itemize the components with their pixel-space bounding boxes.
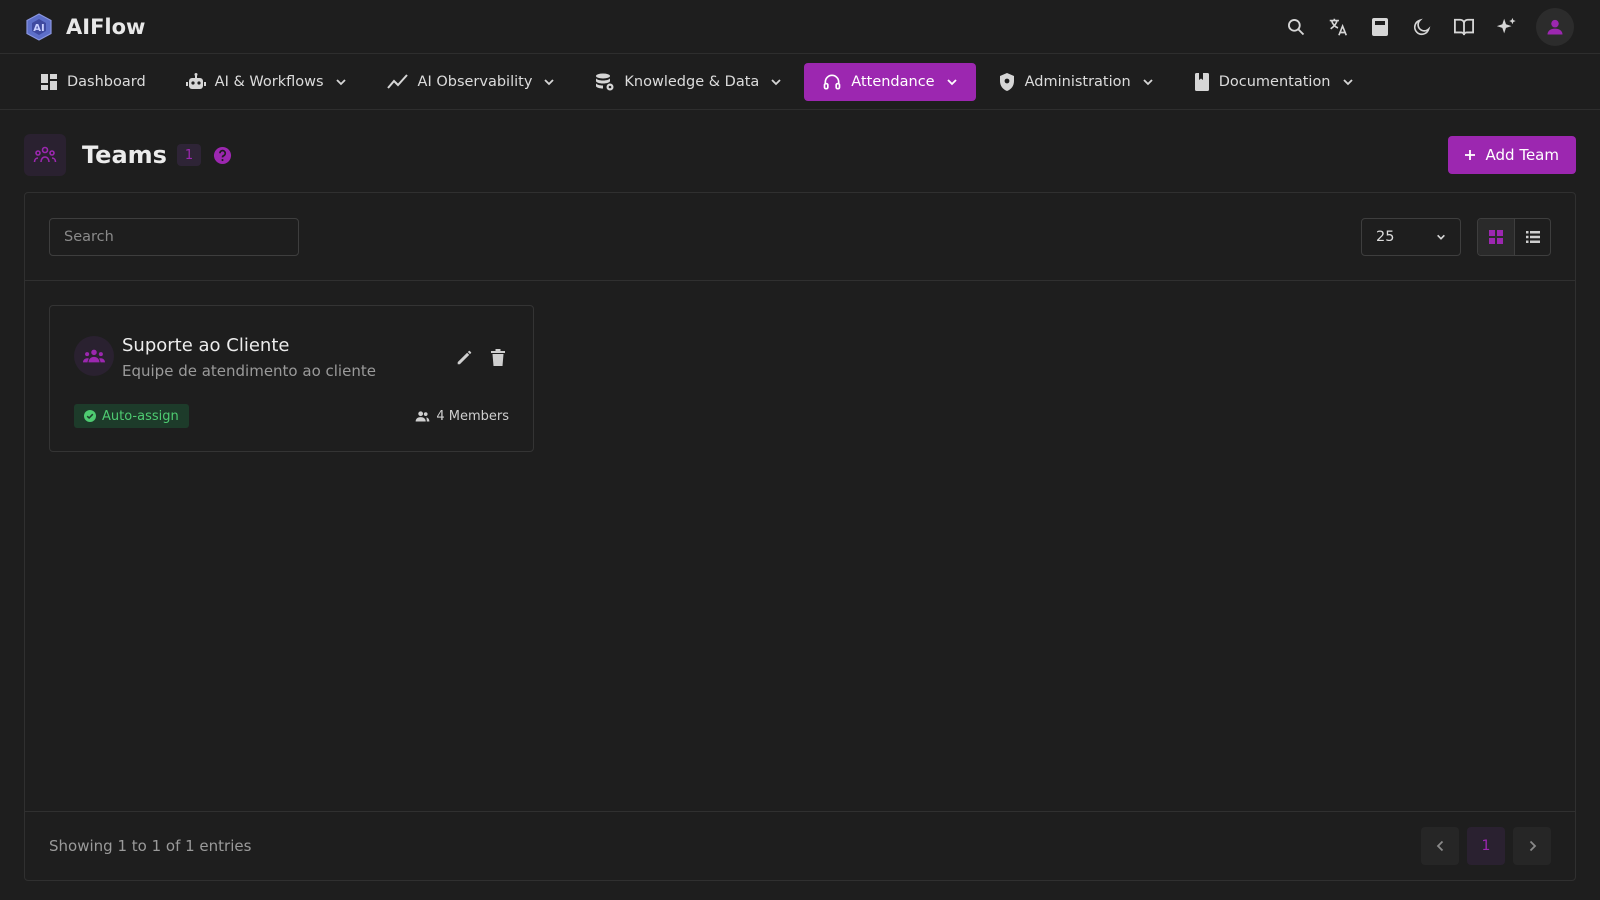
page-header: Teams 1 Add Team bbox=[24, 134, 1576, 176]
page-size-select[interactable]: 25 bbox=[1361, 217, 1461, 256]
nav-item-attendance[interactable]: Attendance bbox=[804, 62, 976, 101]
team-description: Equipe de atendimento ao cliente bbox=[122, 362, 376, 380]
top-bar: AI AIFlow bbox=[0, 0, 1600, 54]
nav-item-documentation[interactable]: Documentation bbox=[1176, 63, 1372, 101]
moon-icon[interactable] bbox=[1406, 11, 1438, 43]
book-open-icon[interactable] bbox=[1448, 11, 1480, 43]
nav-label: AI Observability bbox=[417, 73, 533, 90]
people-icon bbox=[415, 410, 430, 422]
trend-icon bbox=[386, 73, 409, 90]
group-icon bbox=[83, 348, 105, 364]
sparkle-icon[interactable] bbox=[1490, 11, 1522, 43]
next-page-button[interactable] bbox=[1513, 827, 1551, 865]
chevron-down-icon bbox=[543, 76, 555, 88]
nav-label: Documentation bbox=[1218, 73, 1331, 90]
chevron-down-icon bbox=[1342, 76, 1354, 88]
list-view-button[interactable] bbox=[1514, 218, 1550, 255]
panel-toolbar: 25 bbox=[25, 193, 1575, 281]
team-card[interactable]: Suporte ao Cliente Equipe de atendimento… bbox=[49, 305, 534, 452]
nav-item-administration[interactable]: Administration bbox=[980, 63, 1172, 101]
nav-item-ai-workflows[interactable]: AI & Workflows bbox=[168, 63, 365, 101]
chevron-left-icon bbox=[1436, 840, 1445, 852]
nav-label: Attendance bbox=[851, 73, 935, 90]
search-input[interactable] bbox=[49, 217, 299, 256]
search-icon[interactable] bbox=[1280, 11, 1312, 43]
list-icon bbox=[1525, 230, 1540, 243]
chevron-down-icon bbox=[1436, 232, 1446, 242]
calculator-icon[interactable] bbox=[1364, 11, 1396, 43]
teams-panel: 25 bbox=[24, 192, 1576, 881]
dashboard-icon bbox=[40, 73, 58, 91]
page-title: Teams bbox=[82, 141, 167, 169]
translate-icon[interactable] bbox=[1322, 11, 1354, 43]
check-circle-icon bbox=[84, 410, 96, 422]
auto-assign-label: Auto-assign bbox=[102, 408, 179, 424]
member-count: 4 Members bbox=[415, 409, 509, 424]
user-avatar[interactable] bbox=[1536, 7, 1574, 46]
main-nav: Dashboard AI & Workflows AI Observabilit… bbox=[0, 54, 1600, 110]
help-icon[interactable] bbox=[213, 146, 232, 165]
view-toggle bbox=[1477, 217, 1551, 256]
page-icon bbox=[24, 134, 66, 176]
panel-footer: Showing 1 to 1 of 1 entries 1 bbox=[25, 811, 1575, 880]
nav-item-knowledge-data[interactable]: Knowledge & Data bbox=[577, 63, 800, 101]
chevron-down-icon bbox=[335, 76, 347, 88]
grid-icon bbox=[1489, 229, 1503, 244]
app-name: AIFlow bbox=[66, 14, 146, 39]
grid-view-button[interactable] bbox=[1478, 218, 1514, 255]
headset-icon bbox=[822, 72, 842, 92]
team-name: Suporte ao Cliente bbox=[122, 335, 290, 356]
add-team-label: Add Team bbox=[1485, 146, 1559, 164]
bookmark-icon bbox=[1194, 72, 1210, 92]
team-count-badge: 1 bbox=[176, 144, 201, 166]
nav-item-dashboard[interactable]: Dashboard bbox=[22, 63, 164, 101]
team-avatar bbox=[74, 336, 114, 376]
page-size-value: 25 bbox=[1376, 228, 1395, 245]
shield-icon bbox=[998, 72, 1016, 92]
pencil-icon bbox=[456, 349, 473, 366]
database-icon bbox=[595, 72, 615, 92]
auto-assign-badge: Auto-assign bbox=[74, 404, 189, 428]
member-count-label: 4 Members bbox=[436, 408, 509, 424]
team-icon bbox=[33, 143, 57, 167]
nav-label: AI & Workflows bbox=[214, 73, 324, 90]
nav-label: Administration bbox=[1024, 73, 1131, 90]
chevron-right-icon bbox=[1528, 840, 1537, 852]
entries-summary: Showing 1 to 1 of 1 entries bbox=[49, 837, 252, 855]
chevron-down-icon bbox=[946, 76, 958, 88]
robot-icon bbox=[185, 72, 206, 91]
edit-team-button[interactable] bbox=[453, 346, 475, 368]
pagination: 1 bbox=[1421, 827, 1551, 865]
nav-label: Dashboard bbox=[67, 73, 146, 90]
nav-label: Knowledge & Data bbox=[624, 73, 760, 90]
previous-page-button[interactable] bbox=[1421, 827, 1459, 865]
page-1-button[interactable]: 1 bbox=[1467, 827, 1505, 865]
app-logo[interactable]: AI AIFlow bbox=[26, 12, 146, 41]
chevron-down-icon bbox=[770, 76, 782, 88]
delete-team-button[interactable] bbox=[487, 346, 509, 368]
svg-text:AI: AI bbox=[33, 23, 44, 34]
user-icon bbox=[1545, 17, 1565, 37]
logo-icon: AI bbox=[26, 12, 52, 41]
chevron-down-icon bbox=[1142, 76, 1154, 88]
add-team-button[interactable]: Add Team bbox=[1447, 136, 1576, 174]
nav-item-ai-observability[interactable]: AI Observability bbox=[369, 63, 574, 101]
plus-icon bbox=[1464, 149, 1476, 161]
trash-icon bbox=[491, 348, 505, 366]
